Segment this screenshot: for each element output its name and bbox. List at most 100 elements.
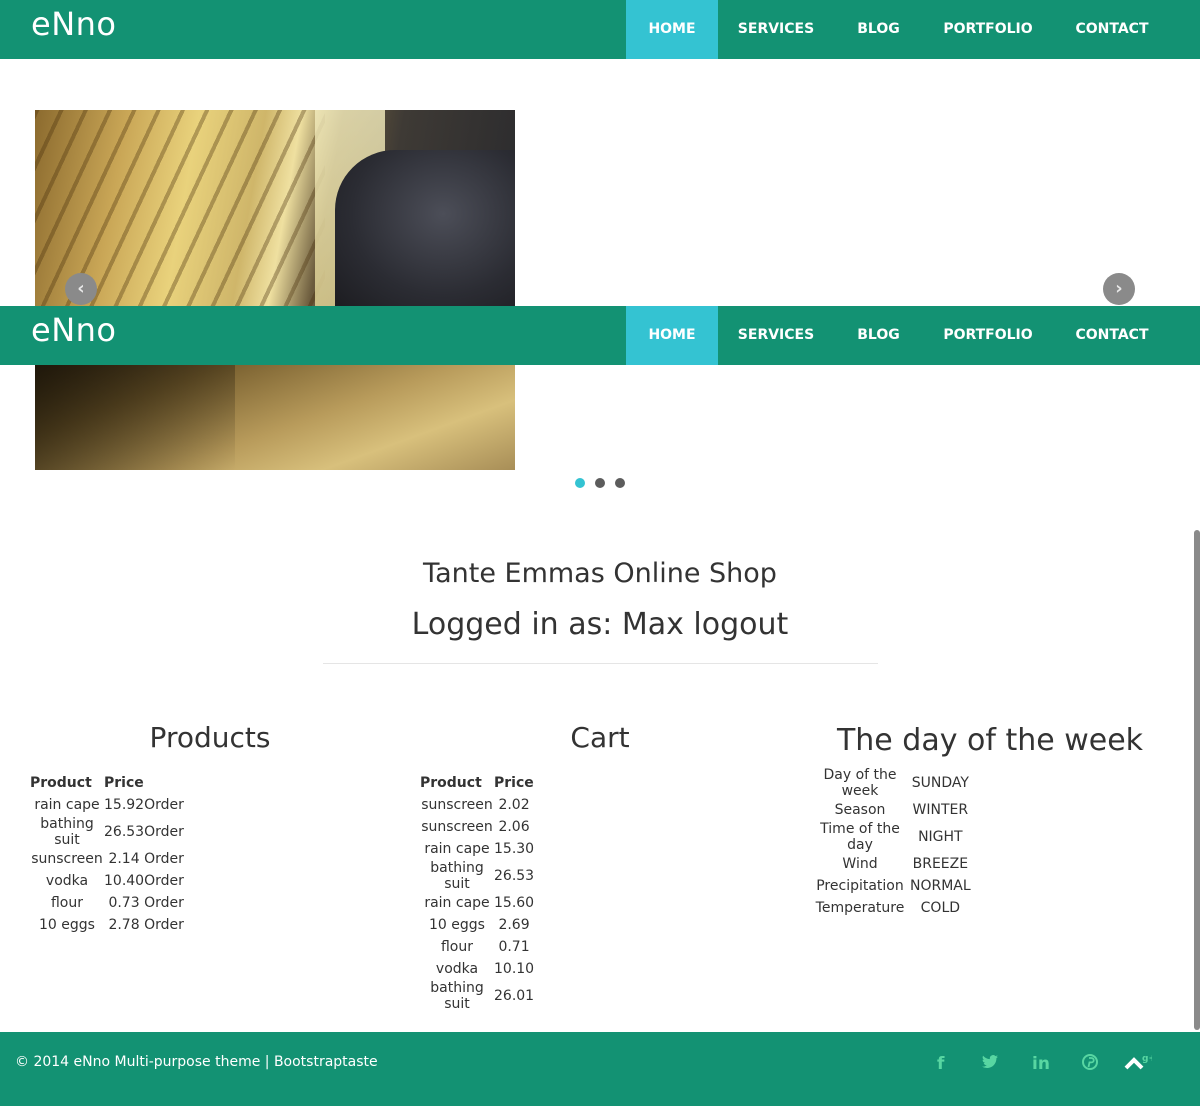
cart-item-name: flour bbox=[440, 939, 473, 955]
day-of-week-row: Wind BREEZE bbox=[810, 853, 971, 875]
attribute-value: SUNDAY bbox=[911, 775, 969, 791]
carousel-slide-image-lower bbox=[35, 365, 515, 470]
cart-row: sunscreen 2.06 bbox=[420, 816, 534, 838]
copyright-text: © 2014 eNno Multi-purpose theme | Bootst… bbox=[15, 1054, 378, 1070]
sticky-nav-blog[interactable]: BLOG bbox=[834, 306, 923, 365]
login-status: Logged in as: Max logout bbox=[411, 607, 789, 642]
order-link[interactable]: Order bbox=[144, 914, 184, 936]
nav-blog[interactable]: BLOG bbox=[834, 0, 923, 59]
cart-item-name: sunscreen bbox=[421, 797, 493, 813]
product-row: 10 eggs 2.78 Order bbox=[30, 914, 184, 936]
cart-item-name: rain cape bbox=[424, 841, 490, 857]
day-of-week-row: Temperature COLD bbox=[810, 897, 971, 919]
attribute-value: NIGHT bbox=[918, 829, 963, 845]
svg-text:g+: g+ bbox=[1142, 1054, 1152, 1064]
linkedin-icon[interactable]: in bbox=[1032, 1054, 1050, 1074]
products-table: Product Price rain cape 15.92 Order bathing… bbox=[30, 772, 184, 936]
brand-logo-sticky[interactable]: eNno bbox=[31, 311, 116, 349]
facebook-icon[interactable]: f bbox=[937, 1054, 944, 1074]
product-name: sunscreen bbox=[31, 851, 103, 867]
carousel-indicators bbox=[575, 478, 625, 488]
attribute-value: NORMAL bbox=[910, 878, 971, 894]
sticky-nav: HOME SERVICES BLOG PORTFOLIO CONTACT bbox=[626, 306, 1200, 365]
carousel-prev-button[interactable]: ‹ bbox=[65, 273, 97, 305]
product-price: 15.92 bbox=[104, 797, 145, 813]
cart-item-price: 2.69 bbox=[498, 917, 530, 933]
day-of-week-row: Season WINTER bbox=[810, 799, 971, 821]
cart-table: Product Price sunscreen 2.02 sunscreen 2.06… bbox=[420, 772, 534, 1012]
products-col-price: Price bbox=[104, 775, 144, 791]
nav-portfolio[interactable]: PORTFOLIO bbox=[923, 0, 1053, 59]
cart-item-name: sunscreen bbox=[421, 819, 493, 835]
sticky-nav-home[interactable]: HOME bbox=[626, 306, 718, 365]
order-link[interactable]: Order bbox=[144, 892, 184, 914]
pinterest-icon[interactable] bbox=[1082, 1054, 1098, 1075]
carousel-next-button[interactable]: › bbox=[1103, 273, 1135, 305]
day-of-week-row: Time of the day NIGHT bbox=[810, 821, 971, 853]
carousel-dot-3[interactable] bbox=[615, 478, 625, 488]
cart-row: rain cape 15.60 bbox=[420, 892, 534, 914]
nav-home[interactable]: HOME bbox=[626, 0, 718, 59]
product-price: 2.14 bbox=[108, 851, 140, 867]
order-link[interactable]: Order bbox=[144, 870, 184, 892]
cart-item-name: rain cape bbox=[424, 895, 490, 911]
cart-item-price: 26.01 bbox=[494, 988, 535, 1004]
brand-logo[interactable]: eNno bbox=[31, 5, 116, 43]
cart-row: vodka 10.10 bbox=[420, 958, 534, 980]
carousel-dot-2[interactable] bbox=[595, 478, 605, 488]
cart-row: flour 0.71 bbox=[420, 936, 534, 958]
shop-title: Tante Emmas Online Shop bbox=[423, 558, 777, 589]
cart-item-price: 2.02 bbox=[498, 797, 530, 813]
cart-item-price: 15.30 bbox=[494, 841, 535, 857]
divider bbox=[323, 663, 878, 664]
day-of-week-row: Precipitation NORMAL bbox=[810, 875, 971, 897]
attribute-label: Wind bbox=[842, 856, 878, 872]
cart-item-name: bathing suit bbox=[430, 860, 484, 892]
sticky-nav-contact[interactable]: CONTACT bbox=[1053, 306, 1171, 365]
product-row: sunscreen 2.14 Order bbox=[30, 848, 184, 870]
attribute-label: Season bbox=[834, 802, 886, 818]
cart-heading: Cart bbox=[570, 721, 630, 754]
product-name: vodka bbox=[45, 873, 89, 889]
cart-row: sunscreen 2.02 bbox=[420, 794, 534, 816]
nav-contact[interactable]: CONTACT bbox=[1053, 0, 1171, 59]
cart-item-name: vodka bbox=[435, 961, 479, 977]
order-link[interactable]: Order bbox=[144, 848, 184, 870]
carousel-dot-1[interactable] bbox=[575, 478, 585, 488]
product-name: flour bbox=[50, 895, 83, 911]
sticky-nav-services[interactable]: SERVICES bbox=[718, 306, 834, 365]
product-name: 10 eggs bbox=[39, 917, 95, 933]
page-scrollbar[interactable] bbox=[1194, 530, 1200, 1030]
day-of-week-row: Day of the week SUNDAY bbox=[810, 767, 971, 799]
product-row: rain cape 15.92 Order bbox=[30, 794, 184, 816]
products-heading: Products bbox=[149, 721, 271, 754]
order-link[interactable]: Order bbox=[144, 794, 184, 816]
twitter-icon[interactable] bbox=[982, 1054, 998, 1074]
cart-col-price: Price bbox=[494, 775, 534, 791]
attribute-label: Temperature bbox=[815, 900, 905, 916]
product-row: flour 0.73 Order bbox=[30, 892, 184, 914]
google-plus-icon[interactable]: g+ bbox=[1124, 1052, 1156, 1077]
chevron-right-icon: › bbox=[1115, 278, 1123, 299]
product-price: 26.53 bbox=[104, 824, 145, 840]
product-price: 10.40 bbox=[104, 873, 145, 889]
cart-item-name: 10 eggs bbox=[429, 917, 485, 933]
product-row: vodka 10.40 Order bbox=[30, 870, 184, 892]
product-price: 2.78 bbox=[108, 917, 140, 933]
product-name: rain cape bbox=[34, 797, 100, 813]
products-col-product: Product bbox=[30, 775, 92, 791]
cart-item-name: bathing suit bbox=[430, 980, 484, 1012]
footer: © 2014 eNno Multi-purpose theme | Bootst… bbox=[0, 1032, 1200, 1106]
sticky-navbar: eNno HOME SERVICES BLOG PORTFOLIO CONTAC… bbox=[0, 306, 1200, 365]
cart-row: rain cape 15.30 bbox=[420, 838, 534, 860]
chevron-left-icon: ‹ bbox=[77, 278, 85, 299]
cart-item-price: 10.10 bbox=[494, 961, 535, 977]
cart-item-price: 26.53 bbox=[494, 868, 535, 884]
sticky-nav-portfolio[interactable]: PORTFOLIO bbox=[923, 306, 1053, 365]
day-of-week-table: Day of the week SUNDAY Season WINTER Time of… bbox=[810, 767, 971, 919]
order-link[interactable]: Order bbox=[144, 816, 184, 848]
main-nav: HOME SERVICES BLOG PORTFOLIO CONTACT bbox=[626, 0, 1200, 59]
attribute-label: Day of the week bbox=[823, 767, 897, 799]
cart-row: 10 eggs 2.69 bbox=[420, 914, 534, 936]
nav-services[interactable]: SERVICES bbox=[718, 0, 834, 59]
